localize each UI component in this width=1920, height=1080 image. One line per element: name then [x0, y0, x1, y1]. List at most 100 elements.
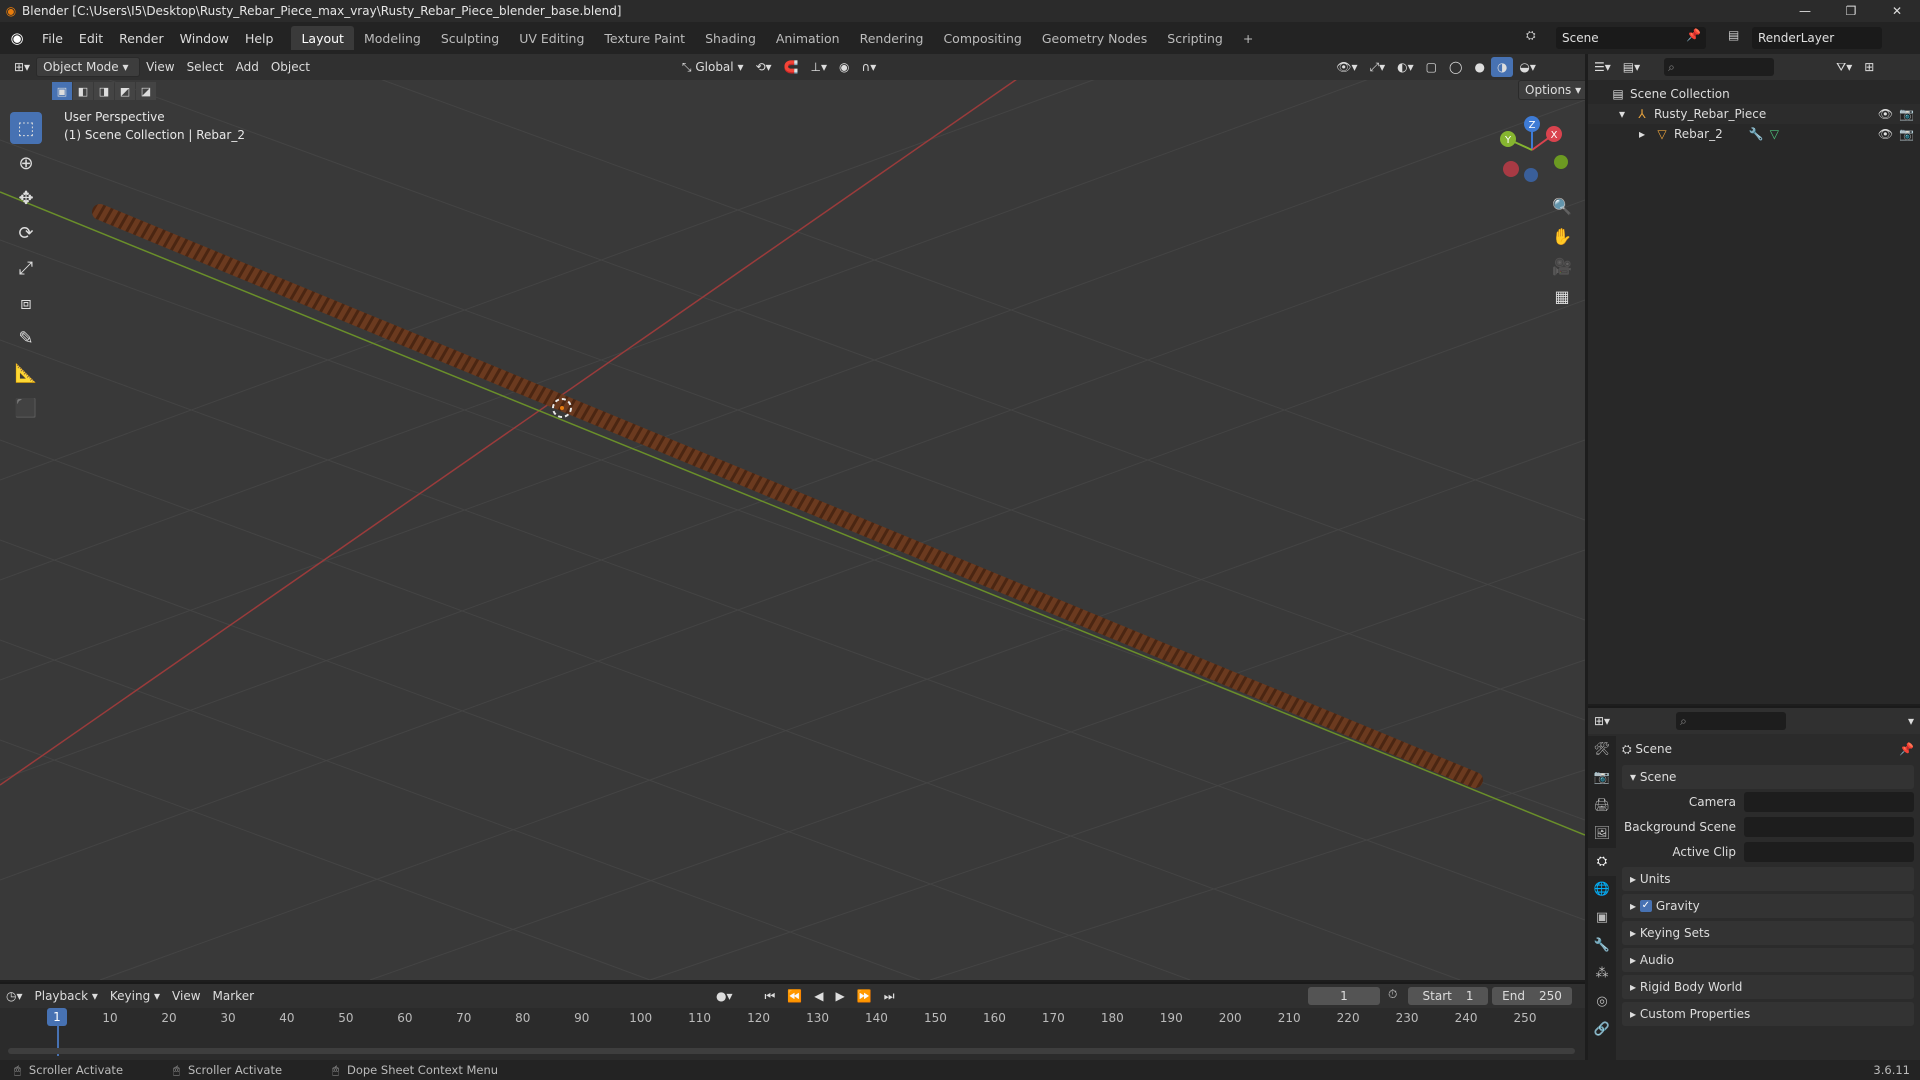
- properties-search-input[interactable]: ⌕: [1676, 712, 1787, 730]
- expand-chevron-right-icon[interactable]: ▸: [1634, 127, 1650, 141]
- pivot-point-icon[interactable]: ⟲▾: [749, 57, 777, 77]
- panel-custom-properties-header[interactable]: ▸ Custom Properties: [1622, 1002, 1914, 1026]
- preview-range-clock-icon[interactable]: ⏱: [1388, 987, 1397, 1002]
- 3d-viewport[interactable]: User Perspective (1) Scene Collection | …: [0, 80, 1585, 980]
- visibility-icon[interactable]: 👁▾: [1330, 57, 1363, 77]
- select-box-tool-icon[interactable]: ⬚: [10, 112, 42, 144]
- outliner-row-scene-collection[interactable]: ▤ Scene Collection: [1588, 84, 1920, 104]
- transform-tool-icon[interactable]: ⧈: [10, 287, 42, 319]
- visibility-eye-icon[interactable]: 👁: [1878, 127, 1893, 141]
- overlays-icon[interactable]: ◐▾: [1391, 57, 1420, 77]
- tab-animation[interactable]: Animation: [766, 26, 850, 50]
- panel-units-header[interactable]: ▸ Units: [1622, 867, 1914, 891]
- object-tab-icon[interactable]: ▣: [1588, 904, 1616, 932]
- scene-icon[interactable]: ⛭: [1526, 28, 1536, 43]
- jump-end-icon[interactable]: ⏭: [878, 986, 901, 1006]
- pan-hand-icon[interactable]: ✋: [1548, 222, 1576, 250]
- rebar-object[interactable]: [92, 204, 1483, 788]
- play-reverse-icon[interactable]: ◀: [808, 986, 829, 1006]
- gravity-checkbox[interactable]: ✓: [1639, 900, 1652, 912]
- render-tab-icon[interactable]: 📷: [1588, 764, 1616, 792]
- outliner-editor-type-icon[interactable]: ☰▾: [1588, 57, 1617, 77]
- properties-options-chevron-icon[interactable]: ▾: [1902, 711, 1920, 731]
- menu-help[interactable]: Help: [237, 31, 282, 46]
- add-cube-tool-icon[interactable]: ⬛: [10, 392, 42, 424]
- active-clip-field[interactable]: [1744, 841, 1914, 862]
- wireframe-shading-icon[interactable]: ◯: [1443, 57, 1468, 77]
- physics-tab-icon[interactable]: ◎: [1588, 988, 1616, 1016]
- zoom-icon[interactable]: 🔍: [1548, 192, 1576, 220]
- blender-menu-icon[interactable]: ◉: [0, 29, 34, 47]
- world-tab-icon[interactable]: 🌐: [1588, 876, 1616, 904]
- render-layer-icon[interactable]: ▤: [1728, 28, 1739, 42]
- falloff-icon[interactable]: ∩▾: [855, 57, 882, 77]
- rotate-tool-icon[interactable]: ⟳: [10, 217, 42, 249]
- rendered-shading-icon[interactable]: ◒▾: [1513, 57, 1542, 77]
- gizmo-neg-z-icon[interactable]: [1524, 168, 1538, 182]
- proportional-edit-icon[interactable]: ◉: [833, 57, 855, 77]
- navigation-gizmo[interactable]: Z X Y: [1496, 114, 1568, 186]
- render-layer-selector[interactable]: RenderLayer: [1752, 27, 1882, 49]
- outliner-row-rusty-rebar-piece[interactable]: ▾ ⅄ Rusty_Rebar_Piece 👁 📷: [1588, 104, 1920, 124]
- outliner-search-input[interactable]: ⌕: [1664, 58, 1775, 76]
- jump-keyframe-back-icon[interactable]: ⏪: [781, 986, 808, 1006]
- select-extend-icon[interactable]: ◧: [73, 82, 93, 100]
- scene-tab-icon[interactable]: ⛭: [1588, 848, 1616, 876]
- auto-keying-icon[interactable]: ●▾: [710, 986, 739, 1006]
- annotate-tool-icon[interactable]: ✎: [10, 322, 42, 354]
- playback-menu[interactable]: Playback ▾: [29, 986, 104, 1006]
- move-tool-icon[interactable]: ✥: [10, 182, 42, 214]
- filter-icon[interactable]: ⛛▾: [1830, 57, 1858, 77]
- panel-audio-header[interactable]: ▸ Audio: [1622, 948, 1914, 972]
- select-subtract-icon[interactable]: ◨: [94, 82, 114, 100]
- tab-rendering[interactable]: Rendering: [850, 26, 934, 50]
- tab-modeling[interactable]: Modeling: [354, 26, 431, 50]
- select-new-icon[interactable]: ▣: [52, 82, 72, 100]
- solid-shading-icon[interactable]: ●: [1468, 57, 1490, 77]
- close-button[interactable]: ✕: [1874, 0, 1920, 22]
- menu-view[interactable]: View: [140, 57, 180, 77]
- start-frame-field[interactable]: Start 1: [1408, 987, 1488, 1005]
- jump-start-icon[interactable]: ⏮: [759, 986, 782, 1006]
- tab-sculpting[interactable]: Sculpting: [431, 26, 509, 50]
- tab-layout[interactable]: Layout: [291, 26, 354, 50]
- tab-texture-paint[interactable]: Texture Paint: [594, 26, 695, 50]
- menu-select[interactable]: Select: [181, 57, 230, 77]
- add-workspace-icon[interactable]: +: [1233, 26, 1263, 50]
- timeline-view-menu[interactable]: View: [166, 986, 206, 1006]
- maximize-button[interactable]: ❐: [1828, 0, 1874, 22]
- timeline-scrollbar[interactable]: [8, 1048, 1575, 1054]
- render-camera-icon[interactable]: 📷: [1899, 127, 1914, 141]
- timeline-editor-type-icon[interactable]: ◷▾: [0, 986, 29, 1006]
- keying-menu[interactable]: Keying ▾: [104, 986, 166, 1006]
- menu-file[interactable]: File: [34, 31, 71, 46]
- background-scene-field[interactable]: [1744, 816, 1914, 837]
- tab-compositing[interactable]: Compositing: [933, 26, 1031, 50]
- menu-edit[interactable]: Edit: [71, 31, 111, 46]
- scale-tool-icon[interactable]: ⤢: [10, 252, 42, 284]
- mode-selector[interactable]: Object Mode ▾: [36, 57, 141, 77]
- xray-icon[interactable]: ▢: [1420, 57, 1443, 77]
- material-shading-icon[interactable]: ◑: [1490, 57, 1514, 77]
- jump-keyframe-forward-icon[interactable]: ⏩: [851, 986, 878, 1006]
- tab-geometry-nodes[interactable]: Geometry Nodes: [1032, 26, 1157, 50]
- new-collection-icon[interactable]: ⊞: [1858, 57, 1880, 77]
- constraints-tab-icon[interactable]: 🔗: [1588, 1016, 1616, 1044]
- frame-ruler[interactable]: 10 20 30 40 50 60 70 80 90 100 110 120 130 140 150 160 1…: [0, 1008, 1585, 1028]
- snap-icon[interactable]: 🧲: [778, 57, 805, 77]
- menu-window[interactable]: Window: [172, 31, 237, 46]
- panel-gravity-header[interactable]: ▸ ✓ Gravity: [1622, 894, 1914, 918]
- pin-icon[interactable]: 📌: [1686, 28, 1701, 42]
- menu-render[interactable]: Render: [111, 31, 172, 46]
- play-icon[interactable]: ▶: [830, 986, 851, 1006]
- camera-view-icon[interactable]: 🎥: [1548, 252, 1576, 280]
- properties-editor-type-icon[interactable]: ⊞▾: [1588, 711, 1616, 731]
- panel-rigid-body-world-header[interactable]: ▸ Rigid Body World: [1622, 975, 1914, 999]
- gizmo-neg-y-icon[interactable]: [1554, 155, 1568, 169]
- mesh-data-icon[interactable]: ▽: [1770, 127, 1779, 141]
- pin-context-icon[interactable]: 📌: [1899, 742, 1914, 756]
- menu-object[interactable]: Object: [265, 57, 316, 77]
- current-frame-field[interactable]: 1: [1308, 987, 1380, 1005]
- modifier-tab-icon[interactable]: 🔧: [1588, 932, 1616, 960]
- render-camera-icon[interactable]: 📷: [1899, 107, 1914, 121]
